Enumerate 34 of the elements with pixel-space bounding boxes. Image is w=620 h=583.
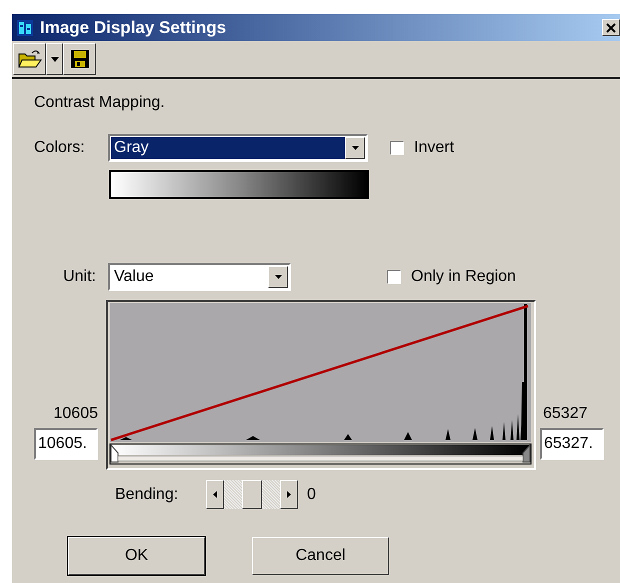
scroll-right-button[interactable] xyxy=(280,480,298,509)
max-value-label: 65327 xyxy=(543,405,588,423)
window-title: Image Display Settings xyxy=(40,18,228,38)
app-icon xyxy=(16,18,34,36)
right-arrow-icon xyxy=(287,491,291,498)
bending-value: 0 xyxy=(307,486,316,504)
unit-dropdown[interactable]: Value xyxy=(108,263,291,291)
close-button[interactable] xyxy=(602,19,620,36)
dropdown-button[interactable] xyxy=(46,43,63,75)
save-button[interactable] xyxy=(63,43,96,75)
colors-label: Colors: xyxy=(34,139,86,157)
cancel-button[interactable]: Cancel xyxy=(252,537,389,575)
folder-icon xyxy=(18,49,42,69)
bending-scrollbar[interactable] xyxy=(206,480,298,509)
checkbox[interactable] xyxy=(390,141,404,155)
close-icon xyxy=(606,22,616,32)
max-value-field[interactable]: 65327. xyxy=(540,428,604,460)
section-label: Contrast Mapping. xyxy=(34,94,166,113)
left-arrow-icon xyxy=(213,491,217,498)
ok-button[interactable]: OK xyxy=(68,537,205,575)
only-in-region-label: Only in Region xyxy=(411,268,516,286)
open-button[interactable] xyxy=(13,43,46,75)
min-value-field[interactable]: 10605. xyxy=(34,428,98,460)
min-value-label: 10605 xyxy=(54,405,98,423)
bending-label: Bending: xyxy=(115,486,180,504)
unit-label: Unit: xyxy=(62,268,97,286)
caret-icon xyxy=(274,275,282,279)
colors-dropdown[interactable]: Gray xyxy=(108,134,368,162)
caret-icon xyxy=(50,56,58,62)
scroll-thumb[interactable] xyxy=(242,480,262,509)
scroll-left-button[interactable] xyxy=(206,480,224,509)
invert-label: Invert xyxy=(414,139,454,157)
caret-icon xyxy=(352,146,358,150)
checkbox[interactable] xyxy=(387,270,401,284)
